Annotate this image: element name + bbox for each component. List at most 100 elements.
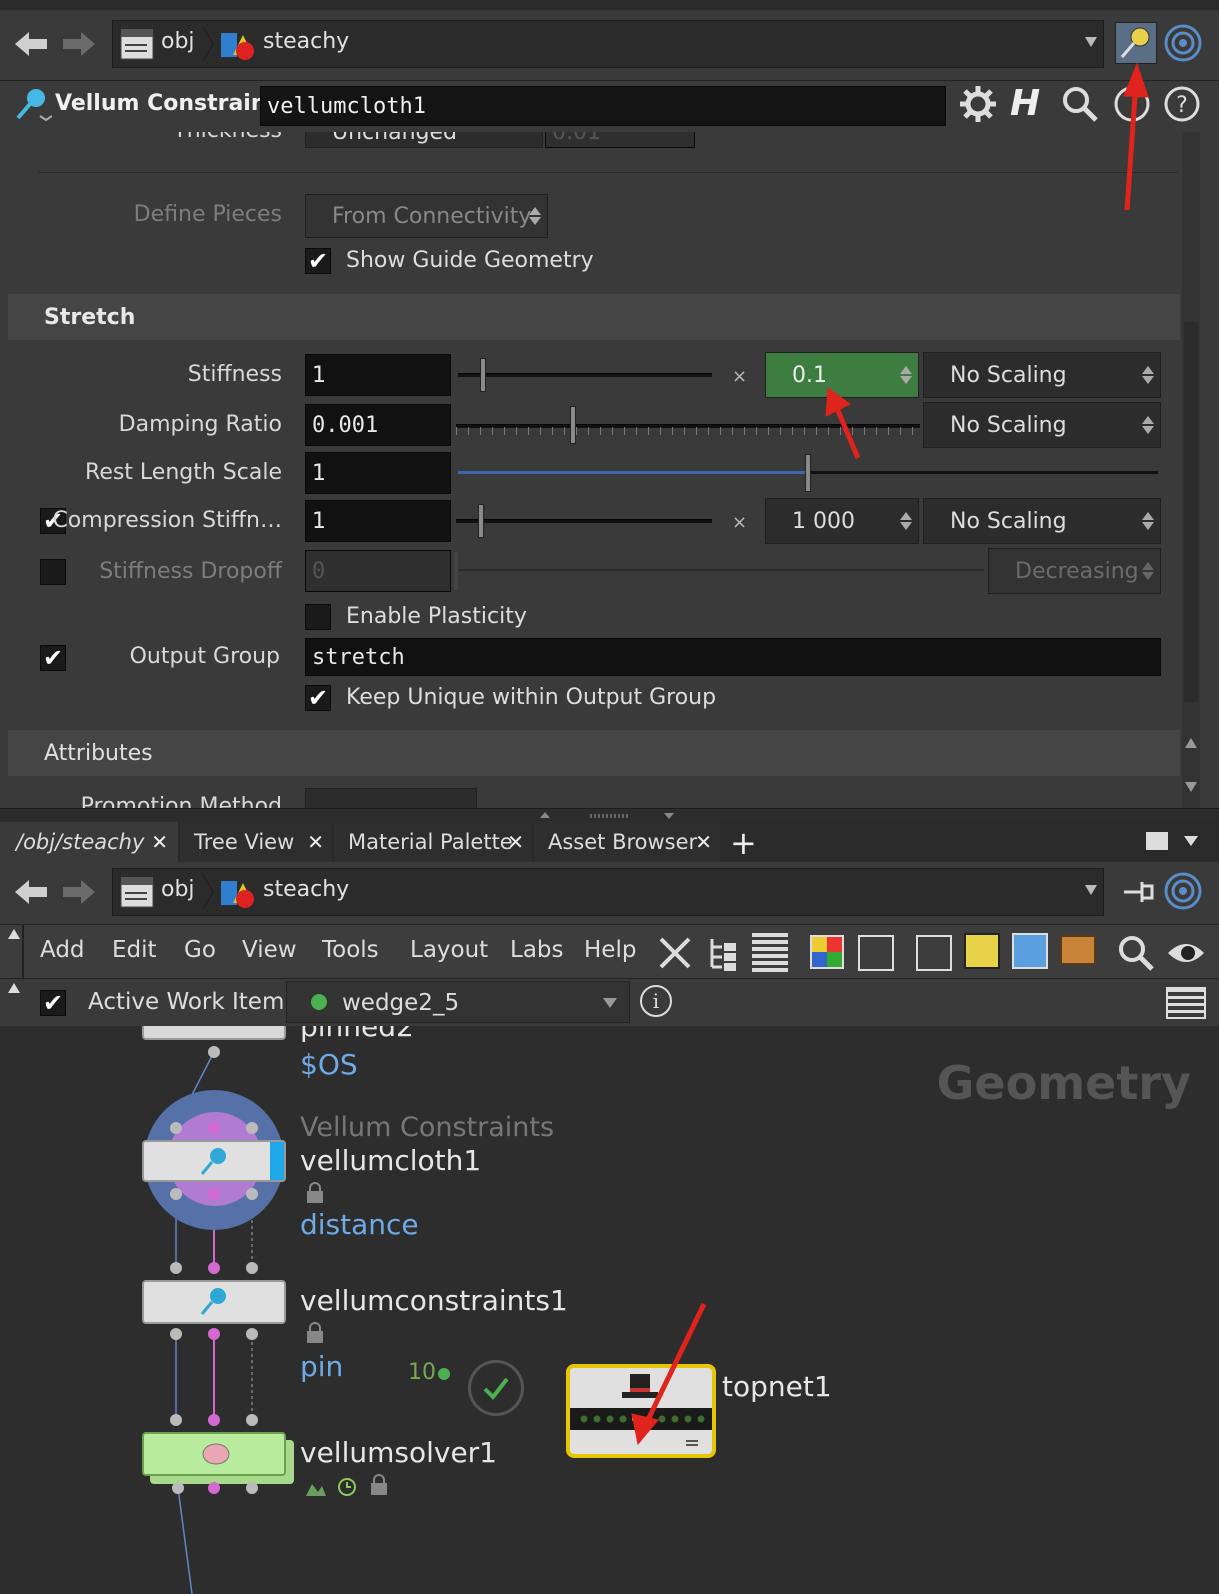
node-name-input[interactable]: vellumcloth1 [260,86,946,126]
splitter-up-icon[interactable] [540,812,550,818]
rest-length-slider-handle[interactable] [805,454,811,492]
question-icon[interactable]: ? [1162,84,1202,124]
tab-network-path[interactable]: /obj/steachy ✕ [0,822,178,862]
work-item-dropdown[interactable]: wedge2_5 [286,981,630,1023]
search-icon[interactable] [1116,933,1156,973]
node-vellumconstraints1[interactable] [142,1280,286,1324]
dropoff-mode-dropdown[interactable]: Decreasing [988,548,1161,594]
back-arrow-icon[interactable] [10,874,52,910]
attributes-section-header[interactable]: Attributes [8,730,1180,776]
menu-add[interactable]: Add [40,937,85,963]
output-connector[interactable] [170,1188,182,1200]
input-connector[interactable] [246,1122,258,1134]
input-connector[interactable] [208,1414,220,1426]
dropoff-slider-track[interactable] [458,569,984,571]
tab-material-palette[interactable]: Material Palette ✕ [334,822,532,862]
close-icon[interactable]: ✕ [151,830,168,854]
path-segment-obj[interactable]: obj [161,877,195,902]
define-pieces-dropdown[interactable]: From Connectivity [305,194,548,238]
eye-icon[interactable] [1166,935,1206,971]
output-connector[interactable] [208,1188,220,1200]
input-connector[interactable] [208,1122,220,1134]
stiffness-input[interactable]: 1 [305,354,451,396]
gear-icon[interactable] [958,84,998,124]
image-icon[interactable] [1012,933,1048,969]
menu-go[interactable]: Go [184,937,216,963]
stretch-section-header[interactable]: Stretch [8,294,1180,340]
parameter-scrollbar[interactable] [1182,132,1200,808]
output-connector[interactable] [170,1328,182,1340]
damping-input[interactable]: 0.001 [305,404,451,446]
input-connector[interactable] [208,1262,220,1274]
help-h-icon[interactable]: H [1010,84,1050,124]
plasticity-checkbox[interactable] [305,604,331,630]
cook-status-icon[interactable] [468,1360,524,1416]
output-connector[interactable] [246,1482,258,1494]
compression-multiplier-field[interactable]: 1 000 [765,498,919,544]
thickness-value[interactable]: 0.01 [545,132,695,148]
input-connector[interactable] [170,1414,182,1426]
tools-icon[interactable] [655,933,695,973]
active-work-item-checkbox[interactable]: ✔ [40,990,66,1016]
damping-scaling-dropdown[interactable]: No Scaling [923,402,1161,448]
stiffness-multiplier-field[interactable]: 0.1 [765,352,919,398]
display-flag[interactable] [270,1142,284,1180]
keep-unique-checkbox[interactable]: ✔ [305,685,331,711]
splitter-down-icon[interactable] [664,813,674,819]
output-connector[interactable] [208,1482,220,1494]
node-vellumsolver1[interactable] [142,1432,286,1476]
path-segment-obj[interactable]: obj [161,29,195,54]
close-icon[interactable]: ✕ [695,830,712,854]
scroll-down-icon[interactable] [1185,782,1197,792]
pin-pane-button[interactable] [1115,22,1157,64]
search-icon[interactable] [1060,84,1100,124]
stiffness-slider-handle[interactable] [480,358,486,392]
sticky-note-icon[interactable] [964,933,1000,969]
menu-help[interactable]: Help [584,937,636,963]
forward-arrow-icon[interactable] [58,874,100,910]
stiffness-slider-track[interactable] [458,373,712,377]
input-connector[interactable] [246,1414,258,1426]
scroll-up-icon[interactable] [1185,738,1197,748]
info-icon[interactable]: i [640,985,672,1017]
dropoff-input[interactable]: 0 [305,550,451,592]
tab-asset-browser[interactable]: Asset Browser ✕ [534,822,720,862]
collapse-toolbar-icon[interactable] [8,929,20,939]
menu-labs[interactable]: Labs [510,937,564,963]
back-arrow-icon[interactable] [10,26,52,62]
color-palette-icon[interactable] [810,935,844,969]
pane-menu-icon[interactable] [1184,836,1198,846]
damping-slider-handle[interactable] [570,406,576,444]
path-bar[interactable]: obj steachy [112,20,1104,68]
task-list-icon[interactable] [1166,987,1206,1019]
forward-arrow-icon[interactable] [58,26,100,62]
compression-slider-track[interactable] [456,519,712,523]
network-box-icon[interactable] [916,935,952,971]
info-icon[interactable] [1112,84,1152,124]
maximize-pane-icon[interactable] [1146,832,1168,850]
add-tab-icon[interactable]: + [730,824,757,862]
output-connector[interactable] [246,1328,258,1340]
scrollbar-thumb[interactable] [1184,322,1198,702]
close-icon[interactable]: ✕ [507,830,524,854]
node-pinned2[interactable] [142,1026,286,1040]
input-connector[interactable] [170,1262,182,1274]
thickness-dropdown[interactable]: Unchanged [305,132,543,148]
tree-icon[interactable] [706,933,742,973]
promotion-method-dropdown[interactable] [305,788,477,808]
menu-tools[interactable]: Tools [322,937,379,963]
path-dropdown-icon[interactable] [1085,37,1097,47]
collapse-toolbar-icon[interactable] [8,983,20,993]
menu-view[interactable]: View [242,937,297,963]
menu-layout[interactable]: Layout [410,937,488,963]
node-topnet1[interactable] [566,1364,716,1458]
shape-palette-icon[interactable] [858,935,894,971]
output-connector[interactable] [246,1188,258,1200]
show-guide-checkbox[interactable]: ✔ [305,248,331,274]
work-item-dots[interactable] [578,1412,708,1426]
input-connector[interactable] [246,1262,258,1274]
output-connector[interactable] [172,1482,184,1494]
compression-slider-handle[interactable] [478,504,484,538]
package-icon[interactable] [1060,935,1096,965]
splitter-grip[interactable] [590,814,630,818]
